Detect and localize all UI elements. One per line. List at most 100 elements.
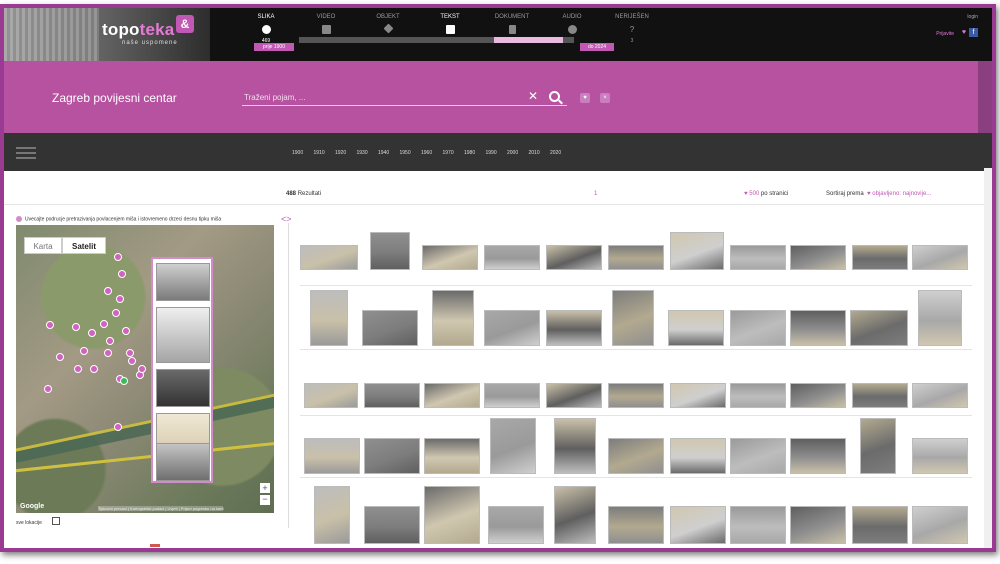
heart-dropdown-button[interactable]: ♥ [580,93,590,103]
category-slika[interactable]: SLIKA 469 [238,14,294,44]
map-preview-thumbnail[interactable] [156,263,210,301]
facebook-icon[interactable]: f [969,28,978,37]
map-marker[interactable] [100,320,108,328]
hamburger-menu-icon[interactable] [16,147,36,159]
result-thumbnail[interactable] [546,383,602,408]
map-type-karta-button[interactable]: Karta [24,237,62,254]
timeline-slider-track[interactable] [299,37,574,43]
result-thumbnail[interactable] [730,506,786,544]
result-thumbnail[interactable] [304,438,360,474]
close-button[interactable]: × [600,93,610,103]
map-marker[interactable] [118,270,126,278]
login-link[interactable]: login [967,14,978,20]
search-icon[interactable] [549,91,560,102]
map-marker[interactable] [120,377,128,385]
result-thumbnail[interactable] [370,232,410,270]
scrollbar[interactable] [978,61,992,133]
map-preview-thumbnail[interactable] [156,307,210,363]
heart-icon[interactable]: ♥ [962,29,966,36]
result-thumbnail[interactable] [730,310,786,346]
map-marker[interactable] [128,357,136,365]
map-marker[interactable] [72,323,80,331]
result-thumbnail[interactable] [424,383,480,408]
clear-icon[interactable]: ✕ [528,90,538,102]
result-thumbnail[interactable] [484,383,540,408]
result-thumbnail[interactable] [490,418,536,474]
result-thumbnail[interactable] [850,310,908,346]
result-thumbnail[interactable] [790,506,846,544]
map-marker[interactable] [106,337,114,345]
category-nerijesen[interactable]: NERIJEŠEN ? 3 [604,14,660,44]
per-page-select[interactable]: ♥ 500 po stranici [744,191,788,197]
satellite-map[interactable]: Karta Satelit + − Google Tipkovni precac… [16,225,274,513]
map-marker[interactable] [56,353,64,361]
result-thumbnail[interactable] [488,506,544,544]
map-marker[interactable] [114,423,122,431]
result-thumbnail[interactable] [790,438,846,474]
map-marker[interactable] [116,295,124,303]
result-thumbnail[interactable] [670,506,726,544]
result-thumbnail[interactable] [912,245,968,270]
expand-arrows-icon[interactable]: <> [281,214,292,224]
result-thumbnail[interactable] [608,438,664,474]
map-marker[interactable] [122,327,130,335]
result-thumbnail[interactable] [912,383,968,408]
result-thumbnail[interactable] [424,486,480,544]
result-thumbnail[interactable] [852,506,908,544]
zoom-out-button[interactable]: − [260,495,270,505]
map-marker[interactable] [90,365,98,373]
result-thumbnail[interactable] [612,290,654,346]
map-marker[interactable] [112,309,120,317]
result-thumbnail[interactable] [670,383,726,408]
result-thumbnail[interactable] [546,310,602,346]
page-scrollbar[interactable] [984,168,992,548]
result-thumbnail[interactable] [918,290,962,346]
page-number[interactable]: 1 [594,191,597,197]
timeline-to-handle[interactable]: do 2024 [580,43,614,51]
result-thumbnail[interactable] [608,245,664,270]
result-thumbnail[interactable] [730,383,786,408]
result-thumbnail[interactable] [852,383,908,408]
result-thumbnail[interactable] [860,418,896,474]
map-marker[interactable] [88,329,96,337]
timeline-from-handle[interactable]: prije 1900 [254,43,294,51]
result-thumbnail[interactable] [300,245,358,270]
result-thumbnail[interactable] [554,486,596,544]
result-thumbnail[interactable] [484,310,540,346]
result-thumbnail[interactable] [554,418,596,474]
result-thumbnail[interactable] [790,383,846,408]
map-marker[interactable] [46,321,54,329]
result-thumbnail[interactable] [912,438,968,474]
result-thumbnail[interactable] [364,506,420,544]
result-thumbnail[interactable] [546,245,602,270]
result-thumbnail[interactable] [310,290,348,346]
result-thumbnail[interactable] [608,383,664,408]
result-thumbnail[interactable] [362,310,418,346]
map-preview-thumbnail[interactable] [156,443,210,481]
map-marker[interactable] [114,253,122,261]
result-thumbnail[interactable] [670,232,724,270]
result-thumbnail[interactable] [304,383,358,408]
map-marker[interactable] [104,349,112,357]
result-thumbnail[interactable] [314,486,350,544]
zoom-in-button[interactable]: + [260,483,270,493]
result-thumbnail[interactable] [422,245,478,270]
map-marker[interactable] [80,347,88,355]
map-marker[interactable] [126,349,134,357]
all-locations-checkbox[interactable] [52,517,60,525]
map-marker[interactable] [44,385,52,393]
result-thumbnail[interactable] [790,245,846,270]
map-type-satelit-button[interactable]: Satelit [62,237,106,254]
result-thumbnail[interactable] [364,438,420,474]
result-thumbnail[interactable] [424,438,480,474]
map-marker[interactable] [74,365,82,373]
logo[interactable]: topoteka naše uspomene & [4,8,210,61]
timeline-selected-range[interactable] [494,37,563,43]
sort-select[interactable]: Sortiraj prema ♥ objavljeno: najnovije..… [826,191,931,197]
result-thumbnail[interactable] [668,310,724,346]
result-thumbnail[interactable] [730,438,786,474]
result-thumbnail[interactable] [912,506,968,544]
result-thumbnail[interactable] [670,438,726,474]
map-preview-thumbnail[interactable] [156,369,210,407]
map-marker[interactable] [104,287,112,295]
